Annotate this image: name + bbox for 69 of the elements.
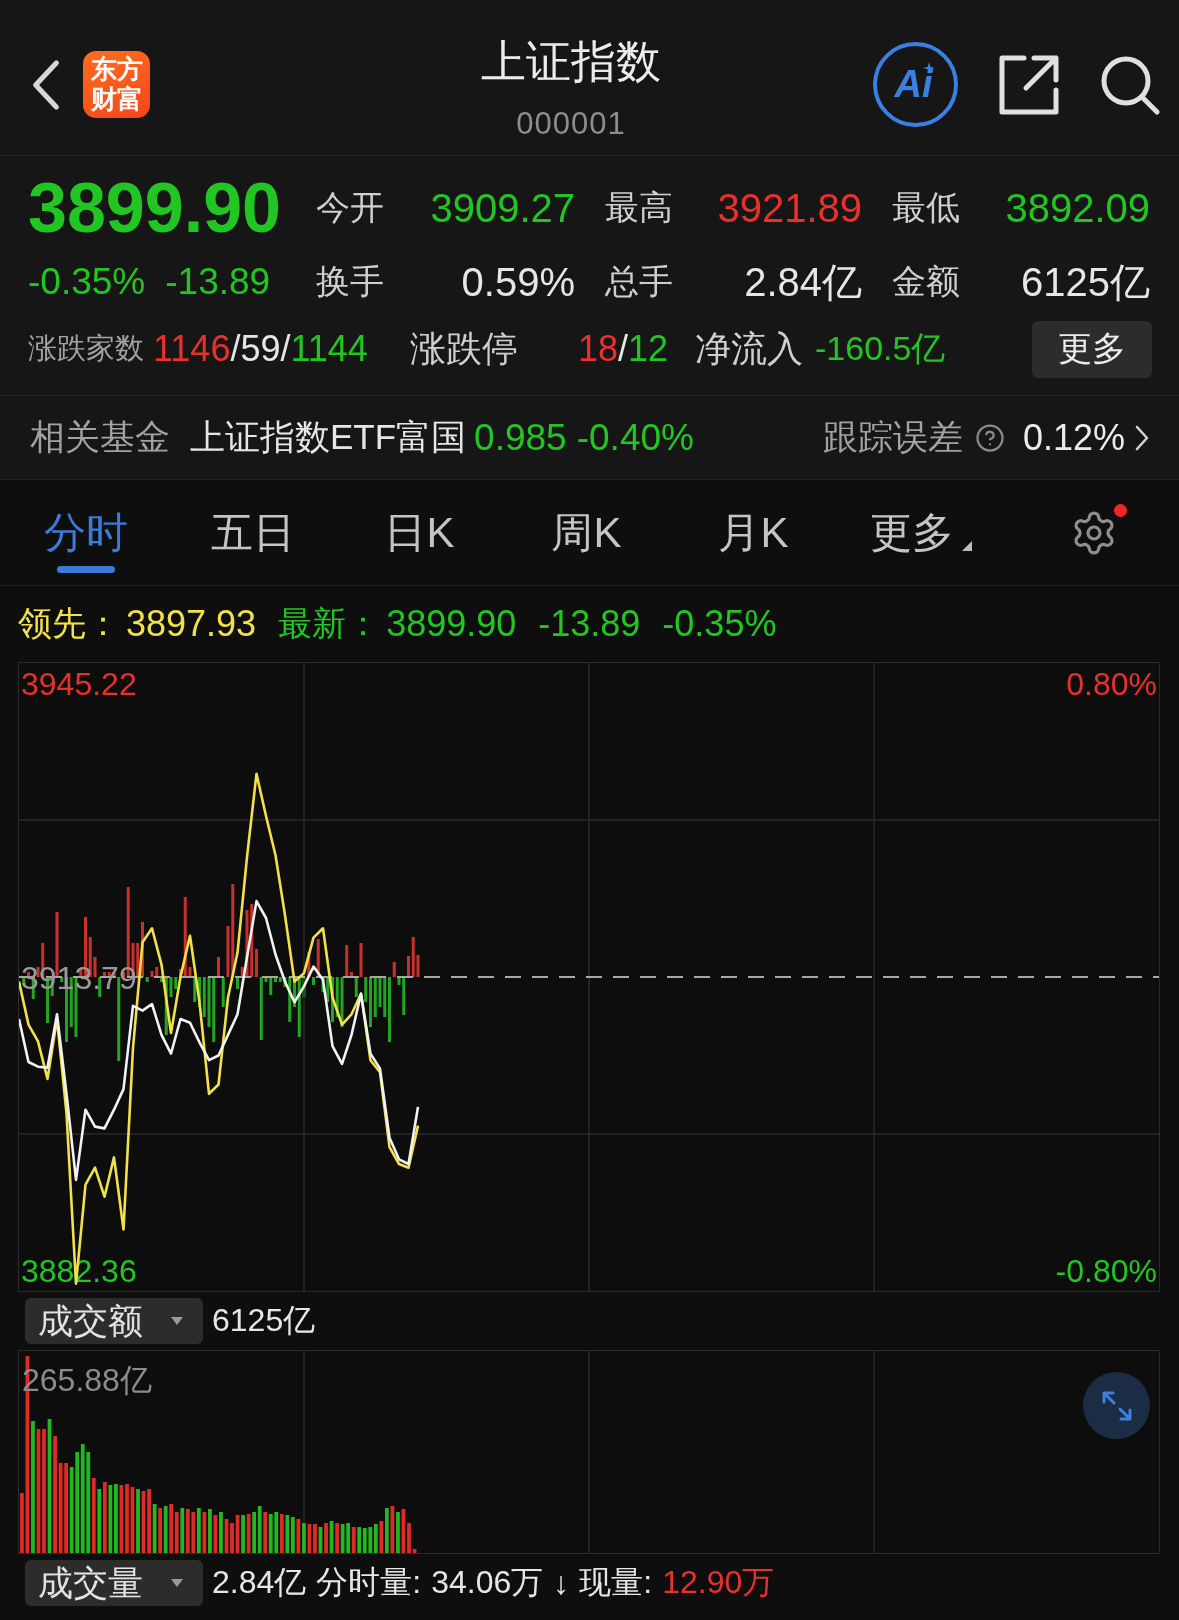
breadth-label: 涨跌家数 [28,331,144,366]
ai-button[interactable]: Ai [873,42,958,127]
stat-label: 最高 [605,187,673,228]
stat-label: 换手 [316,261,384,302]
stat-value: 3909.27 [430,185,575,231]
change-percent: -0.35% [28,261,146,303]
stat-value: 0.59% [461,259,575,305]
inflow-label: 净流入 [695,326,803,371]
tracking-value: 0.12% [1022,416,1125,459]
limit-count: 18 [577,328,618,370]
metric-selector[interactable]: 成交量 [25,1560,203,1606]
inflow-value: -160.5亿 [815,328,946,369]
index-title: 上证指数 [481,36,661,88]
legend-value: -13.89 [538,603,641,645]
fund-price: 0.985 [474,416,567,459]
legend-label: 最新： [278,603,381,644]
volume-stat: 分时量: [316,1563,422,1602]
axis-label: -0.80% [1055,1253,1157,1290]
legend-value: 3897.93 [126,603,257,645]
caret-icon [961,540,972,551]
stat-value: 6125亿 [1021,258,1150,306]
legend-label: 领先： [18,603,120,644]
limit-count: / [617,328,628,370]
change-value: -13.89 [165,261,271,303]
chart-tab[interactable]: 日K [336,480,503,585]
limit-count: 12 [627,328,668,370]
volume-stat: 现量: [579,1563,653,1602]
caret-icon [171,1317,183,1325]
more-button[interactable]: 更多 [1032,320,1152,378]
axis-label: 3945.22 [21,665,137,702]
volume-stat: ↓ [553,1564,570,1602]
axis-label: 0.80% [1066,665,1157,702]
amount-total: 6125亿 [212,1301,316,1340]
stat-label: 金额 [892,261,960,302]
fund-label: 相关基金 [30,416,170,458]
legend-value: 3899.90 [386,603,517,645]
caret-icon [171,1579,183,1587]
back-icon[interactable] [30,59,62,110]
breadth-count: /59/ [230,328,291,370]
breadth-count: 1146 [153,328,231,370]
tracking-label: 跟踪误差 [822,416,963,458]
metric-selector[interactable]: 成交额 [25,1298,203,1344]
stat-label: 总手 [605,261,673,302]
search-icon[interactable] [1100,54,1160,115]
limit-label: 涨跌停 [410,326,518,371]
stat-value: 3921.89 [717,185,862,231]
legend-value: -0.35% [662,603,777,645]
volume-stat: 12.90万 [662,1563,775,1602]
chevron-right-icon[interactable] [1135,424,1149,451]
app-logo: 东方财富 [83,51,150,118]
volume-stat: 34.06万 [431,1563,544,1602]
stat-label: 今开 [316,187,384,228]
last-price: 3899.90 [28,173,283,243]
index-code: 000001 [516,106,626,142]
fund-name[interactable]: 上证指数ETF富国 [190,414,467,461]
breadth-count: 1144 [290,328,368,370]
fund-change: -0.40% [576,416,694,459]
chart-tab[interactable]: 分时 [2,480,169,585]
stat-value: 2.84亿 [744,258,862,306]
chart-tab[interactable]: 月K [670,480,837,585]
chart-tab[interactable]: 周K [503,480,670,585]
expand-icon [1100,1389,1133,1422]
stat-value: 3892.09 [1005,185,1150,231]
chart-tab[interactable]: 五日 [169,480,336,585]
stat-label: 最低 [892,187,960,228]
help-icon[interactable] [974,422,1005,453]
share-icon[interactable] [998,53,1060,116]
volume-stat: 2.84亿 [212,1563,307,1602]
chart-tab[interactable]: 更多 [837,480,1004,585]
